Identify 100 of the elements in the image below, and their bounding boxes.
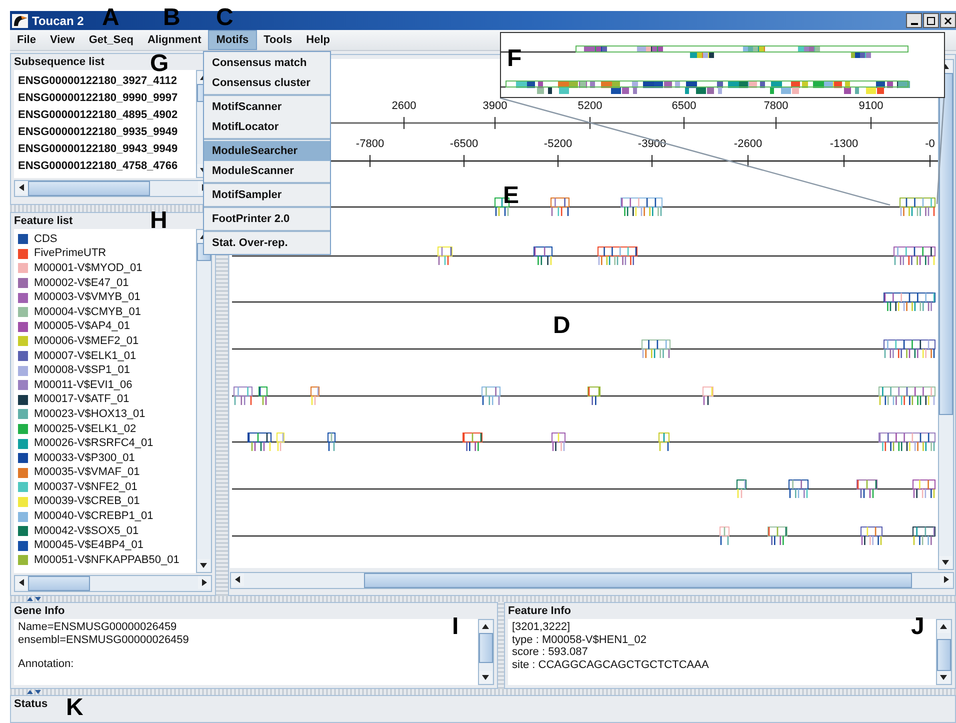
panel-title: Feature Info xyxy=(508,604,571,619)
feature-item[interactable]: M00042-V$SOX5_01 xyxy=(34,524,139,538)
panel-title: Status xyxy=(14,697,48,712)
ruler-label: -6500 xyxy=(450,138,478,150)
ruler-label: -2600 xyxy=(734,138,762,150)
subsequence-item[interactable]: ENSG00000122180_3927_4112 xyxy=(18,73,178,90)
vertical-scrollbar[interactable] xyxy=(936,619,952,685)
scroll-thumb[interactable] xyxy=(28,181,150,196)
menu-item[interactable]: ModuleSearcher xyxy=(204,141,330,161)
feature-item[interactable]: M00005-V$AP4_01 xyxy=(34,320,130,334)
feature-item[interactable]: M00026-V$RSRFC4_01 xyxy=(34,437,154,450)
info-text: Name=ENSMUSG00000026459 xyxy=(18,621,177,634)
menu-item[interactable]: Tools xyxy=(256,30,300,50)
callout-letter: H xyxy=(150,209,168,233)
maximize-icon xyxy=(927,16,935,24)
feature-item[interactable]: M00033-V$P300_01 xyxy=(34,452,135,465)
subsequence-item[interactable]: ENSG00000122180_9943_9949 xyxy=(18,141,178,158)
scroll-thumb[interactable] xyxy=(479,633,493,663)
feature-item[interactable]: M00051-V$NFKAPPAB50_01 xyxy=(34,554,180,567)
panel-title: Subsequence list xyxy=(14,55,104,70)
menu-item[interactable]: View xyxy=(42,30,82,50)
vertical-scrollbar[interactable] xyxy=(938,59,954,570)
vertical-scrollbar[interactable] xyxy=(196,229,212,573)
feature-item[interactable]: M00004-V$CMYB_01 xyxy=(34,306,142,319)
callout-letter: B xyxy=(163,6,180,30)
scroll-thumb[interactable] xyxy=(937,639,951,671)
callout-letter: D xyxy=(553,314,570,338)
subsequence-item[interactable]: ENSG00000122180_4895_4902 xyxy=(18,107,178,124)
info-text: [3201,3222] xyxy=(512,621,570,634)
subsequence-item[interactable]: ENSG00000122180_4758_4766 xyxy=(18,158,178,175)
scroll-thumb[interactable] xyxy=(364,573,912,588)
callout-letter: I xyxy=(452,615,459,639)
menu-item[interactable]: Motifs xyxy=(208,30,257,50)
panel-title: Feature list xyxy=(14,214,73,229)
maximize-button[interactable] xyxy=(923,13,939,28)
info-text: ensembl=ENSMUSG00000026459 xyxy=(18,634,189,646)
feature-item[interactable]: M00017-V$ATF_01 xyxy=(34,393,130,406)
callout-letter: K xyxy=(66,696,84,720)
callout-letter: G xyxy=(150,52,169,76)
menu-item[interactable]: MotifSampler xyxy=(204,185,330,205)
callout-letter: J xyxy=(911,615,924,639)
ruler-label: 3900 xyxy=(482,100,508,112)
window-title: Toucan 2 xyxy=(32,14,84,28)
vertical-scrollbar[interactable] xyxy=(478,619,494,685)
callout-letter: E xyxy=(503,184,520,208)
feature-item[interactable]: M00011-V$EVI1_06 xyxy=(34,378,132,392)
feature-item[interactable]: M00045-V$E4BP4_01 xyxy=(34,539,144,552)
menu-item[interactable]: Alignment xyxy=(140,30,208,50)
ruler-label: 2600 xyxy=(392,100,416,112)
collapse-arrows-icon[interactable] xyxy=(26,689,42,695)
feature-item[interactable]: M00037-V$NFE2_01 xyxy=(34,480,138,494)
menu-item[interactable]: Consensus match xyxy=(204,53,330,73)
close-icon xyxy=(944,16,952,24)
menu-item[interactable]: File xyxy=(10,30,43,50)
menu-item[interactable]: FootPrinter 2.0 xyxy=(204,209,330,229)
collapse-arrows-icon[interactable] xyxy=(26,596,42,602)
ruler-label: 7800 xyxy=(764,100,788,112)
minimize-icon xyxy=(910,22,918,24)
scroll-thumb[interactable] xyxy=(939,73,953,415)
scroll-thumb[interactable] xyxy=(28,576,90,591)
ruler-label: -7800 xyxy=(356,138,384,150)
feature-item[interactable]: CDS xyxy=(34,232,58,246)
subsequence-item[interactable]: ENSG00000122180_9990_9997 xyxy=(18,90,178,107)
callout-letter: A xyxy=(102,6,120,30)
callout-letter: F xyxy=(507,47,522,71)
info-text: type : M00058-V$HEN1_02 xyxy=(512,634,647,646)
menu-item[interactable]: MotifLocator xyxy=(204,117,330,137)
feature-item[interactable]: M00035-V$VMAF_01 xyxy=(34,466,140,480)
close-button[interactable] xyxy=(940,13,956,28)
feature-item[interactable]: FivePrimeUTR xyxy=(34,247,106,260)
info-text: score : 593.087 xyxy=(512,646,588,658)
feature-item[interactable]: M00006-V$MEF2_01 xyxy=(34,334,139,348)
info-text: site : CCAGGCAGCAGCTGCTCTCAAA xyxy=(512,658,709,671)
horizontal-scrollbar[interactable] xyxy=(230,572,954,589)
menu-item[interactable]: Stat. Over-rep. xyxy=(204,233,330,253)
menu-item[interactable]: MotifScanner xyxy=(204,97,330,117)
info-text: Annotation: xyxy=(18,658,74,670)
feature-item[interactable]: M00003-V$VMYB_01 xyxy=(34,291,140,304)
ruler-label: 9100 xyxy=(858,100,884,112)
feature-item[interactable]: M00007-V$ELK1_01 xyxy=(34,350,136,363)
subsequence-item[interactable]: ENSG00000122180_9935_9949 xyxy=(18,124,178,141)
menu-item[interactable]: Consensus cluster xyxy=(204,73,330,93)
feature-item[interactable]: M00001-V$MYOD_01 xyxy=(34,262,142,275)
feature-item[interactable]: M00023-V$HOX13_01 xyxy=(34,408,146,421)
feature-item[interactable]: M00039-V$CREB_01 xyxy=(34,495,140,508)
ruler-label: -1300 xyxy=(830,138,858,150)
feature-item[interactable]: M00040-V$CREBP1_01 xyxy=(34,510,154,524)
menu-item[interactable]: Get_Seq xyxy=(82,30,140,50)
ruler-label: 6500 xyxy=(672,100,696,112)
ruler-label: -5200 xyxy=(544,138,572,150)
feature-item[interactable]: M00002-V$E47_01 xyxy=(34,276,129,290)
menu-item[interactable]: ModuleScanner xyxy=(204,161,330,181)
horizontal-scrollbar[interactable] xyxy=(14,575,212,592)
ruler-label: -0 xyxy=(925,138,935,150)
menu-item[interactable]: Help xyxy=(299,30,337,50)
feature-item[interactable]: M00025-V$ELK1_02 xyxy=(34,422,136,436)
callout-letter: C xyxy=(216,6,234,30)
feature-item[interactable]: M00008-V$SP1_01 xyxy=(34,364,130,378)
bird-icon xyxy=(12,14,28,28)
minimize-button[interactable] xyxy=(906,13,922,28)
